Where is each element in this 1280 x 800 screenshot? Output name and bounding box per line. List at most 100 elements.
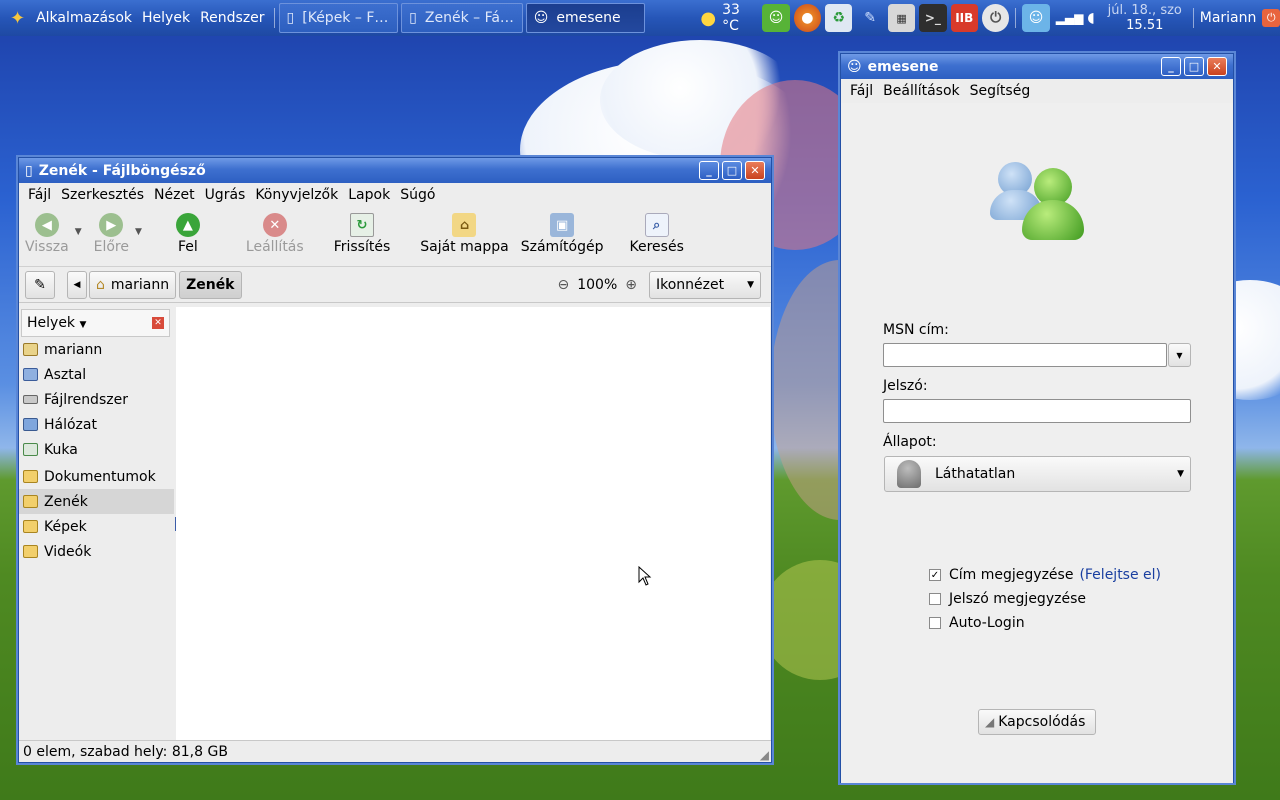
weather-sun-icon[interactable]: ● [700,8,716,29]
menu-help[interactable]: Súgó [395,187,440,203]
close-button[interactable]: ✕ [1207,57,1227,76]
menu-settings[interactable]: Beállítások [878,83,965,99]
up-arrow-icon: ▲ [175,213,200,237]
sidebar-item-label: Asztal [44,366,87,383]
search-button[interactable]: ⌕ Keresés [624,213,690,255]
panel-separator [1192,8,1194,28]
sidebar-item-home[interactable]: mariann [19,337,174,362]
view-mode-value: Ikonnézet [656,276,725,293]
calculator-launcher-icon[interactable]: ▦ [887,4,916,32]
zoom-level[interactable]: 100% [577,277,617,293]
menu-help[interactable]: Segítség [965,83,1036,99]
office-launcher-icon[interactable]: IIB [950,4,978,32]
messenger-tray-icon[interactable]: ☺ [1022,4,1050,32]
password-input[interactable] [883,399,1191,423]
resize-grip-icon[interactable]: ◢ [760,748,769,762]
menu-places[interactable]: Helyek [137,10,195,26]
taskbar-button-zenek[interactable]: ▯ Zenék – Fá… [401,3,523,33]
auto-login-checkbox[interactable]: Auto-Login [929,615,1025,631]
menu-applications[interactable]: Alkalmazások [31,10,137,26]
menu-view[interactable]: Nézet [149,187,200,203]
remember-address-checkbox[interactable]: ✓ Cím megjegyzése (Felejtse el) [929,567,1161,583]
close-sidebar-icon[interactable]: ✕ [152,317,164,329]
status-label: Állapot: [883,434,937,450]
network-icon [23,418,38,431]
emesene-titlebar[interactable]: ☺ emesene _ □ ✕ [841,54,1233,79]
connect-label: Kapcsolódás [998,714,1086,730]
terminal-launcher-icon[interactable]: >_ [919,4,947,32]
weather-temperature[interactable]: 33 °C [722,2,760,34]
sidebar-type-select[interactable]: Helyek ▼ [27,315,86,331]
bluefish-launcher-icon[interactable]: ✎ [856,4,883,32]
sidebar-item-network[interactable]: Hálózat [19,412,174,437]
forward-button[interactable]: ▶ Előre [88,213,135,255]
sidebar-item-label: Kuka [44,441,78,458]
panel-separator [273,8,275,28]
sidebar-item-trash[interactable]: Kuka [19,437,174,462]
clock[interactable]: júl. 18., szo 15.51 [1101,3,1189,33]
remember-password-checkbox[interactable]: Jelszó megjegyzése [929,591,1086,607]
messenger-launcher-icon[interactable]: ☺ [762,4,790,32]
close-button[interactable]: ✕ [745,161,765,180]
file-view-area[interactable] [176,307,770,740]
folder-icon [23,545,38,558]
user-name[interactable]: Mariann [1200,10,1257,26]
menu-system[interactable]: Rendszer [195,10,269,26]
status-select[interactable]: Láthatatlan ▼ [884,456,1191,492]
menu-edit[interactable]: Szerkesztés [56,187,149,203]
sidebar-item-documents[interactable]: Dokumentumok [19,464,174,489]
back-history-dropdown-icon[interactable]: ▼ [75,227,82,237]
msn-address-dropdown-button[interactable]: ▼ [1168,343,1191,367]
signal-strength-icon[interactable]: ▂▄▆ [1056,11,1084,25]
sidebar-item-filesystem[interactable]: Fájlrendszer [19,387,174,412]
stop-button[interactable]: ✕ Leállítás [240,213,310,255]
home-folder-button[interactable]: ⌂ Saját mappa [414,213,514,255]
menu-bookmarks[interactable]: Könyvjelzők [250,187,343,203]
zoom-in-icon[interactable]: ⊕ [625,277,637,293]
chevron-down-icon: ▼ [1176,350,1183,360]
path-scroll-left-button[interactable]: ◀ [67,270,87,299]
sidebar-item-videos[interactable]: Videók [19,539,174,564]
checkbox-checked-icon: ✓ [929,569,941,581]
menu-file[interactable]: Fájl [845,83,878,99]
shutdown-launcher-icon[interactable]: ⏻ [981,4,1010,32]
view-mode-select[interactable]: Ikonnézet ▼ [649,270,761,299]
maximize-button[interactable]: □ [722,161,742,180]
places-sidebar: Helyek ▼ ✕ mariann Asztal Fájlrendszer H… [19,307,178,740]
filebrowser-titlebar[interactable]: ▯ Zenék - Fájlböngésző _ □ ✕ [19,158,771,183]
sidebar-item-desktop[interactable]: Asztal [19,362,174,387]
minimize-button[interactable]: _ [699,161,719,180]
connect-button[interactable]: ◢ Kapcsolódás [978,709,1096,735]
distro-logo-icon[interactable]: ✦ [10,8,25,29]
volume-icon[interactable]: ◖ [1087,10,1094,26]
reload-button[interactable]: ↻ Frissítés [328,213,397,255]
firefox-launcher-icon[interactable]: ● [793,4,822,32]
menu-file[interactable]: Fájl [23,187,56,203]
sidebar-item-music[interactable]: Zenék [19,489,174,514]
computer-button[interactable]: ▣ Számítógép [515,213,610,255]
zoom-out-icon[interactable]: ⊖ [558,277,570,293]
taskbar-button-emesene[interactable]: ☺ emesene [525,3,646,33]
folder-icon [23,470,38,483]
taskbar-button-kepek[interactable]: ▯ [Képek – F… [278,3,399,33]
computer-icon: ▣ [550,213,575,237]
filebrowser-window: ▯ Zenék - Fájlböngésző _ □ ✕ Fájl Szerke… [18,157,772,763]
forget-link[interactable]: (Felejtse el) [1079,567,1161,583]
taskbar-label: Zenék – Fá… [424,10,514,26]
emesene-icon: ☺ [533,10,549,26]
up-button[interactable]: ▲ Fel [170,213,206,255]
path-button-home[interactable]: ⌂ mariann [89,270,177,299]
back-button[interactable]: ◀ Vissza [19,213,75,255]
session-power-icon[interactable]: ⏻ [1262,9,1280,27]
maximize-button[interactable]: □ [1184,57,1204,76]
msn-address-input[interactable] [883,343,1167,367]
taskbar-label: [Képek – F… [302,10,389,26]
recycle-launcher-icon[interactable]: ♻ [825,4,853,32]
sidebar-item-pictures[interactable]: Képek [19,514,174,539]
forward-history-dropdown-icon[interactable]: ▼ [135,227,142,237]
menu-tabs[interactable]: Lapok [343,187,395,203]
toggle-location-entry-button[interactable]: ✎ [25,270,55,299]
path-button-current[interactable]: Zenék [179,270,242,299]
menu-go[interactable]: Ugrás [200,187,251,203]
minimize-button[interactable]: _ [1161,57,1181,76]
